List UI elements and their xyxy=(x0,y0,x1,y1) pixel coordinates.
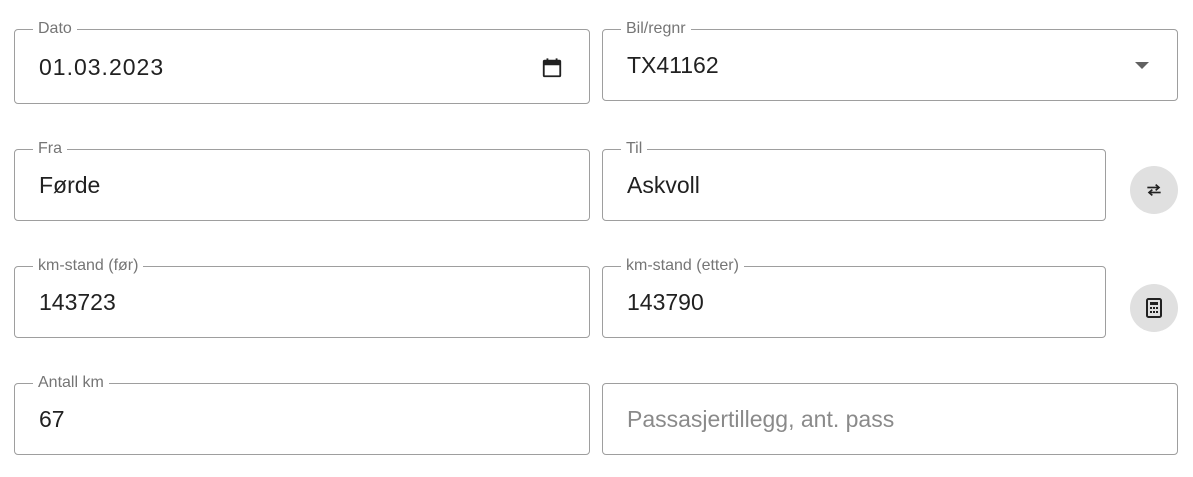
calculator-icon xyxy=(1146,298,1162,318)
to-value[interactable]: Askvoll xyxy=(627,171,700,199)
car-value[interactable]: TX41162 xyxy=(627,51,719,79)
date-label: Dato xyxy=(33,20,77,38)
total-km-field[interactable]: Antall km 67 xyxy=(14,374,590,455)
date-value[interactable]: 01.03.2023 xyxy=(39,53,164,81)
car-label: Bil/regnr xyxy=(621,20,691,38)
km-after-label: km-stand (etter) xyxy=(621,257,744,275)
to-label: Til xyxy=(621,140,648,158)
date-field[interactable]: Dato 01.03.2023 xyxy=(14,20,590,104)
from-label: Fra xyxy=(33,140,67,158)
passenger-placeholder[interactable]: Passasjertillegg, ant. pass xyxy=(627,405,894,433)
km-before-value[interactable]: 143723 xyxy=(39,288,116,316)
car-select[interactable]: Bil/regnr TX41162 xyxy=(602,20,1178,101)
calendar-icon[interactable] xyxy=(541,57,563,79)
passenger-field[interactable]: Passasjertillegg, ant. pass xyxy=(602,383,1178,455)
chevron-down-icon[interactable] xyxy=(1135,62,1149,69)
total-km-label: Antall km xyxy=(33,374,109,392)
swap-button[interactable] xyxy=(1130,166,1178,214)
calculate-button[interactable] xyxy=(1130,284,1178,332)
swap-icon xyxy=(1147,183,1161,197)
to-field[interactable]: Til Askvoll xyxy=(602,140,1106,221)
km-before-label: km-stand (før) xyxy=(33,257,144,275)
from-value[interactable]: Førde xyxy=(39,171,100,199)
km-before-field[interactable]: km-stand (før) 143723 xyxy=(14,257,590,338)
total-km-value[interactable]: 67 xyxy=(39,405,65,433)
from-field[interactable]: Fra Førde xyxy=(14,140,590,221)
km-after-field[interactable]: km-stand (etter) 143790 xyxy=(602,257,1106,338)
km-after-value[interactable]: 143790 xyxy=(627,288,704,316)
